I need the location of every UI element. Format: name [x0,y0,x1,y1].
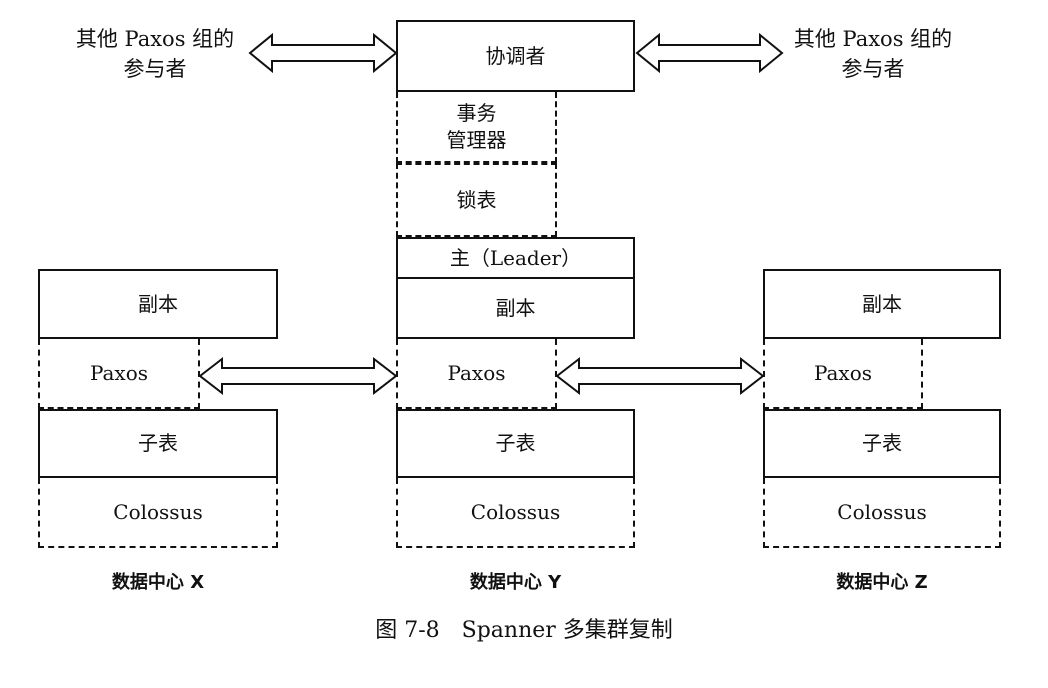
double-arrow-paxos-y-z [555,356,765,396]
dc-y-paxos-box: Paxos [396,339,557,409]
dc-y-replica-box: 副本 [396,279,635,339]
double-arrow-left-top [248,32,398,74]
dc-x-paxos-box: Paxos [38,339,200,409]
dc-z-colossus-box: Colossus [763,478,1001,548]
dc-x-colossus-box: Colossus [38,478,278,548]
transaction-manager-box: 事务 管理器 [396,92,557,163]
coordinator-box: 协调者 [396,20,635,92]
lock-table-box: 锁表 [396,163,557,237]
leader-box: 主（Leader） [396,237,635,279]
dc-x-tablet-box: 子表 [38,409,278,478]
dc-x-label: 数据中心 X [111,572,205,593]
dc-y-tablet-box: 子表 [396,409,635,478]
dc-x-replica-box: 副本 [38,269,278,339]
dc-z-label: 数据中心 Z [836,572,928,593]
figure-caption: 图 7-8 Spanner 多集群复制 [375,618,673,643]
dc-z-replica-box: 副本 [763,269,1001,339]
other-paxos-participants-right: 其他 Paxos 组的 参与者 [793,27,953,81]
other-paxos-participants-left: 其他 Paxos 组的 参与者 [75,27,235,81]
dc-z-tablet-box: 子表 [763,409,1001,478]
double-arrow-right-top [635,32,784,74]
dc-z-paxos-box: Paxos [763,339,923,409]
dc-y-label: 数据中心 Y [469,572,562,593]
dc-y-colossus-box: Colossus [396,478,635,548]
double-arrow-paxos-x-y [198,356,398,396]
